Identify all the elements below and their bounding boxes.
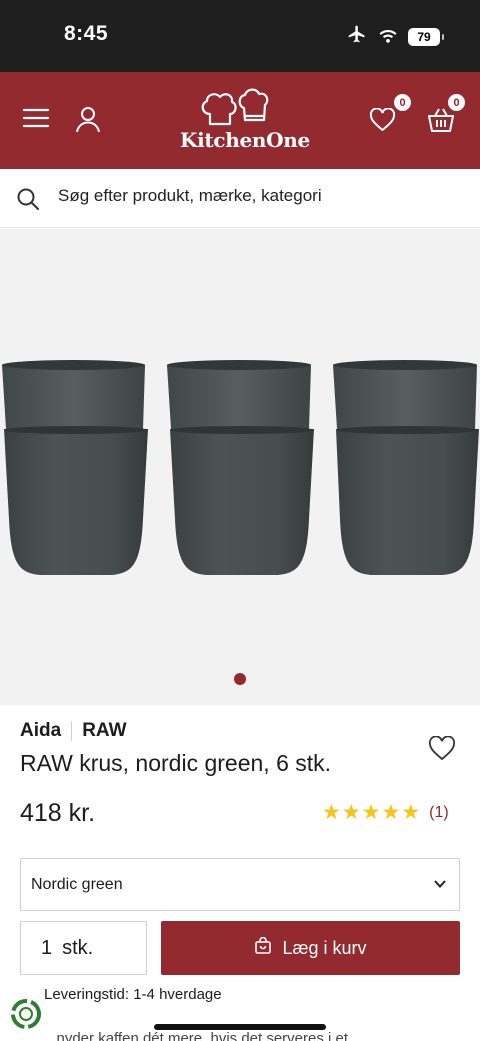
- battery-indicator: 79: [408, 27, 444, 46]
- heart-icon: [428, 735, 456, 761]
- status-bar: 8:45 79: [0, 0, 480, 72]
- recycle-badge-icon[interactable]: [8, 996, 44, 1032]
- airplane-icon: [346, 24, 368, 49]
- site-header: KitchenOne 0 0: [0, 72, 480, 169]
- star-icon: ★: [322, 801, 341, 824]
- wishlist-button[interactable]: [369, 108, 396, 132]
- brand-row: Aida RAW: [20, 720, 460, 742]
- add-to-cart-label: Læg i kurv: [282, 937, 367, 958]
- star-icon: ★: [361, 801, 381, 824]
- status-time: 8:45: [64, 22, 109, 45]
- brand-separator: [71, 721, 73, 741]
- user-icon[interactable]: [75, 105, 101, 133]
- shopping-bag-icon: [254, 936, 272, 960]
- mug-stack-left: [2, 360, 148, 575]
- rating-stars[interactable]: ★ ★ ★ ★ ★ (1): [322, 802, 449, 823]
- chef-hats-icon: [201, 88, 269, 126]
- search-icon[interactable]: [16, 187, 40, 216]
- basket-icon: [428, 108, 454, 132]
- heart-icon: [369, 108, 396, 132]
- chevron-down-icon: [433, 877, 447, 896]
- gallery-dot-active[interactable]: [234, 673, 246, 685]
- quantity-input[interactable]: 1 stk.: [20, 921, 147, 975]
- review-count[interactable]: (1): [429, 804, 449, 822]
- product-title: RAW krus, nordic green, 6 stk.: [20, 750, 332, 776]
- menu-icon[interactable]: [22, 106, 50, 130]
- product-image: [2, 360, 479, 575]
- series-link[interactable]: RAW: [82, 720, 126, 742]
- kitchenone-logo[interactable]: KitchenOne: [180, 86, 310, 156]
- star-icon: ★: [401, 801, 421, 824]
- quantity-value: 1: [41, 936, 53, 959]
- cart-button[interactable]: [427, 107, 455, 133]
- star-icon: ★: [381, 801, 401, 824]
- home-indicator[interactable]: [154, 1024, 326, 1030]
- search-input[interactable]: Søg efter produkt, mærke, kategori: [58, 186, 322, 206]
- mug-stack-center: [167, 360, 314, 575]
- add-to-cart-button[interactable]: Læg i kurv: [161, 921, 460, 975]
- delivery-time: Leveringstid: 1-4 hverdage: [44, 986, 222, 1003]
- cart-count-badge: 0: [448, 94, 465, 111]
- search-bar[interactable]: Søg efter produkt, mærke, kategori: [0, 169, 480, 228]
- product-info: Aida RAW RAW krus, nordic green, 6 stk.: [20, 720, 460, 777]
- variant-selected-value: Nordic green: [31, 876, 123, 893]
- product-image-gallery[interactable]: [0, 229, 480, 705]
- variant-select[interactable]: Nordic green: [20, 858, 460, 911]
- add-to-wishlist-button[interactable]: [428, 735, 456, 766]
- wifi-icon: [377, 25, 399, 48]
- product-description: ...nyder kaffen dét mere, hvis det serve…: [44, 1030, 349, 1041]
- brand-link[interactable]: Aida: [20, 720, 61, 742]
- status-icons: 79: [346, 24, 444, 49]
- logo-text: KitchenOne: [180, 128, 310, 152]
- quantity-unit: stk.: [62, 936, 94, 959]
- wishlist-count-badge: 0: [394, 94, 411, 111]
- product-price: 418 kr.: [20, 799, 96, 827]
- mug-stack-right: [333, 360, 479, 575]
- star-icon: ★: [341, 801, 361, 824]
